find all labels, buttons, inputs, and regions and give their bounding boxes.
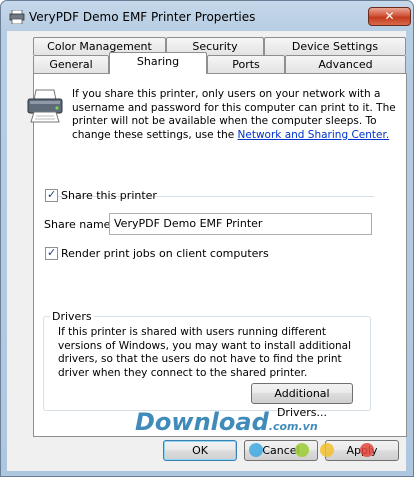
close-icon: ✕ [384, 9, 395, 23]
share-group [44, 195, 371, 281]
additional-drivers-button[interactable]: Additional Drivers... [251, 383, 353, 419]
title-bar[interactable]: VeryPDF Demo EMF Printer Properties ✕ [1, 1, 413, 33]
ok-button[interactable]: OK [163, 440, 237, 461]
tab-general[interactable]: General [33, 55, 109, 73]
tab-label: General [49, 58, 93, 71]
render-jobs-checkbox[interactable]: ✓ [45, 246, 58, 260]
drivers-description: If this printer is shared with users run… [58, 326, 352, 379]
checkmark-icon: ✓ [47, 188, 57, 201]
tab-device-settings[interactable]: Device Settings [264, 37, 406, 55]
printer-icon [27, 89, 63, 123]
watermark-text: Download [135, 408, 269, 436]
share-name-label: Share name: [44, 218, 115, 231]
close-button[interactable]: ✕ [368, 7, 411, 26]
drivers-group-label: Drivers [50, 310, 94, 323]
tab-label: Device Settings [291, 40, 379, 53]
watermark-dot-red-icon [360, 443, 374, 457]
tab-ports[interactable]: Ports [207, 55, 285, 73]
tab-label: Ports [232, 58, 260, 71]
render-jobs-label: Render print jobs on client computers [61, 247, 269, 260]
printer-small-icon [9, 10, 25, 24]
share-printer-checkbox[interactable]: ✓ [45, 188, 58, 202]
window-title: VeryPDF Demo EMF Printer Properties [29, 10, 256, 24]
watermark-logo: Download.com.vn [135, 408, 318, 436]
network-sharing-center-link[interactable]: Network and Sharing Center. [238, 129, 390, 141]
watermark-dot-blue-icon [249, 443, 263, 457]
watermark-suffix: .com.vn [268, 420, 318, 433]
tab-label: Sharing [136, 55, 180, 68]
sharing-intro: If you share this printer, only users on… [72, 88, 402, 142]
share-printer-label: Share this printer [61, 189, 157, 202]
checkmark-icon: ✓ [47, 246, 57, 259]
tab-label: Advanced [318, 58, 373, 71]
tab-sharing[interactable]: Sharing [109, 52, 207, 74]
watermark-dot-green-icon [295, 443, 309, 457]
watermark-dot-yellow-icon [320, 443, 334, 457]
tab-advanced[interactable]: Advanced [285, 55, 406, 73]
share-name-input[interactable]: VeryPDF Demo EMF Printer [109, 213, 372, 235]
